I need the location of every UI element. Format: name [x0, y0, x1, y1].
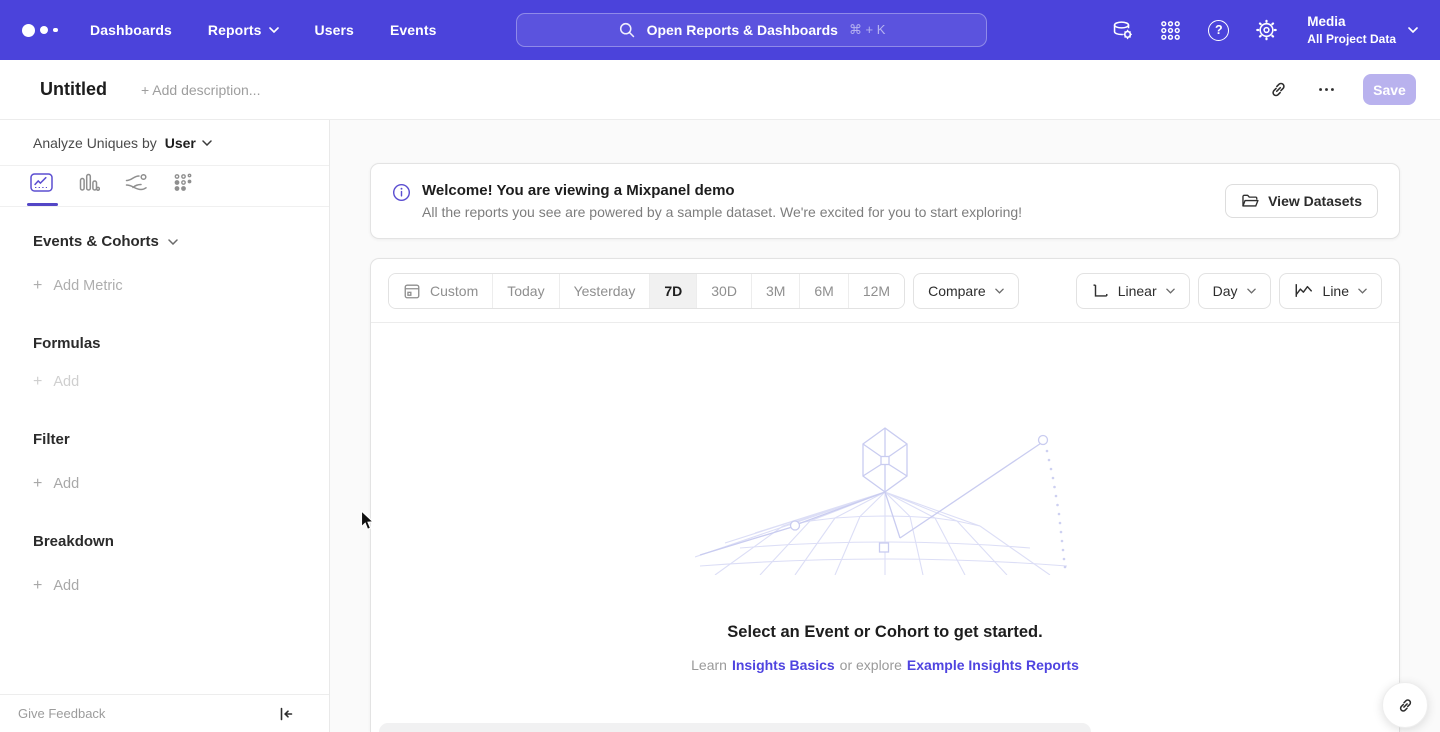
chevron-down-icon	[1408, 27, 1418, 33]
line-type-icon	[1294, 282, 1314, 299]
ellipsis-icon	[1317, 80, 1336, 99]
date-range-3m[interactable]: 3M	[751, 274, 799, 308]
plus-icon: +	[33, 277, 42, 295]
help-icon[interactable]: ?	[1207, 19, 1230, 42]
banner-subtitle: All the reports you see are powered by a…	[422, 204, 1022, 220]
link-icon	[1268, 79, 1289, 100]
date-range-7d[interactable]: 7D	[649, 274, 696, 308]
mixpanel-logo-icon[interactable]	[22, 24, 60, 37]
chevron-down-icon	[1358, 288, 1367, 294]
chevron-down-icon	[1247, 288, 1256, 294]
date-range-today[interactable]: Today	[492, 274, 558, 308]
plus-icon: +	[33, 373, 42, 391]
settings-gear-icon[interactable]	[1255, 19, 1278, 42]
search-placeholder: Open Reports & Dashboards	[647, 22, 838, 38]
report-card: Custom Today Yesterday 7D 30D 3M 6M 12M …	[370, 258, 1400, 732]
example-reports-link[interactable]: Example Insights Reports	[907, 657, 1079, 673]
filter-heading: Filter	[33, 431, 296, 448]
banner-title: Welcome! You are viewing a Mixpanel demo	[422, 182, 1022, 199]
add-breakdown-button[interactable]: + Add	[33, 577, 296, 595]
date-range-yesterday[interactable]: Yesterday	[559, 274, 650, 308]
breakdown-heading: Breakdown	[33, 533, 296, 550]
empty-state-subtitle: Learn Insights Basics or explore Example…	[371, 657, 1399, 673]
line-chart-icon	[30, 173, 53, 192]
primary-nav: Dashboards Reports Users Events	[90, 22, 436, 38]
report-header: Untitled + Add description... Save	[0, 60, 1440, 120]
tab-flow[interactable]	[125, 173, 148, 206]
add-metric-button[interactable]: + Add Metric	[33, 277, 296, 295]
plus-icon: +	[33, 577, 42, 595]
folder-icon	[1241, 192, 1259, 210]
calendar-icon	[403, 282, 421, 300]
analyze-by-dropdown[interactable]: User	[165, 135, 212, 151]
collapsed-table-bar[interactable]	[379, 723, 1091, 732]
view-datasets-button[interactable]: View Datasets	[1225, 184, 1378, 218]
compare-dropdown[interactable]: Compare	[913, 273, 1019, 309]
bar-chart-icon	[78, 173, 100, 192]
chevron-down-icon	[1166, 288, 1175, 294]
flow-icon	[125, 173, 148, 192]
project-name: Media	[1307, 13, 1396, 31]
chart-type-dropdown[interactable]: Line	[1279, 273, 1382, 309]
chevron-down-icon	[995, 288, 1004, 294]
date-range-6m[interactable]: 6M	[799, 274, 847, 308]
empty-state-illustration	[695, 425, 1075, 575]
top-nav: Dashboards Reports Users Events Open Rep…	[0, 0, 1440, 60]
nav-item-dashboards[interactable]: Dashboards	[90, 22, 172, 38]
analyze-by-label: Analyze Uniques by	[33, 135, 157, 151]
events-cohorts-header[interactable]: Events & Cohorts	[33, 233, 296, 250]
more-options-button[interactable]	[1315, 79, 1337, 101]
chevron-down-icon	[168, 239, 178, 245]
axis-scale-icon	[1091, 282, 1109, 300]
nav-right-cluster: ? Media All Project Data	[1111, 0, 1418, 60]
dots-grid-icon	[173, 173, 194, 192]
info-icon	[392, 183, 411, 207]
global-search-input[interactable]: Open Reports & Dashboards ⌘ + K	[516, 13, 987, 47]
link-icon	[1396, 696, 1415, 715]
share-link-floating-button[interactable]	[1382, 682, 1428, 728]
search-icon	[618, 21, 636, 39]
analyze-by-row: Analyze Uniques by User	[0, 120, 329, 166]
report-canvas: Welcome! You are viewing a Mixpanel demo…	[330, 120, 1440, 732]
add-description-field[interactable]: + Add description...	[141, 82, 260, 98]
formulas-heading: Formulas	[33, 335, 296, 352]
collapse-left-icon	[277, 705, 295, 723]
nav-item-events[interactable]: Events	[390, 22, 437, 38]
tab-line-chart[interactable]	[30, 173, 53, 206]
insights-basics-link[interactable]: Insights Basics	[732, 657, 835, 673]
copy-link-button[interactable]	[1267, 79, 1289, 101]
project-scope: All Project Data	[1307, 31, 1396, 47]
chevron-down-icon	[269, 27, 279, 33]
tab-metrics-grid[interactable]	[173, 173, 194, 206]
tab-bar-chart[interactable]	[78, 173, 100, 206]
demo-banner: Welcome! You are viewing a Mixpanel demo…	[370, 163, 1400, 239]
add-formula-button[interactable]: + Add	[33, 373, 296, 391]
visualization-tabs	[0, 166, 329, 207]
chevron-down-icon	[202, 140, 212, 146]
project-switcher[interactable]: Media All Project Data	[1307, 13, 1418, 47]
scale-dropdown[interactable]: Linear	[1076, 273, 1190, 309]
give-feedback-link[interactable]: Give Feedback	[18, 706, 105, 721]
sidebar-footer: Give Feedback	[0, 694, 329, 732]
data-management-icon[interactable]	[1111, 19, 1134, 42]
chart-toolbar: Custom Today Yesterday 7D 30D 3M 6M 12M …	[371, 259, 1399, 323]
interval-dropdown[interactable]: Day	[1198, 273, 1271, 309]
collapse-sidebar-button[interactable]	[275, 703, 297, 725]
empty-state: Select an Event or Cohort to get started…	[371, 425, 1399, 673]
empty-state-title: Select an Event or Cohort to get started…	[371, 623, 1399, 642]
date-range-custom[interactable]: Custom	[389, 274, 492, 308]
apps-grid-icon[interactable]	[1159, 19, 1182, 42]
add-filter-button[interactable]: + Add	[33, 475, 296, 493]
save-button[interactable]: Save	[1363, 74, 1416, 105]
date-range-30d[interactable]: 30D	[696, 274, 751, 308]
report-title[interactable]: Untitled	[40, 79, 107, 100]
nav-item-reports[interactable]: Reports	[208, 22, 279, 38]
query-builder-sidebar: Analyze Uniques by User	[0, 120, 330, 732]
search-shortcut: ⌘ + K	[849, 22, 886, 38]
date-range-12m[interactable]: 12M	[848, 274, 904, 308]
date-range-control: Custom Today Yesterday 7D 30D 3M 6M 12M	[388, 273, 905, 309]
plus-icon: +	[33, 475, 42, 493]
nav-item-users[interactable]: Users	[315, 22, 354, 38]
